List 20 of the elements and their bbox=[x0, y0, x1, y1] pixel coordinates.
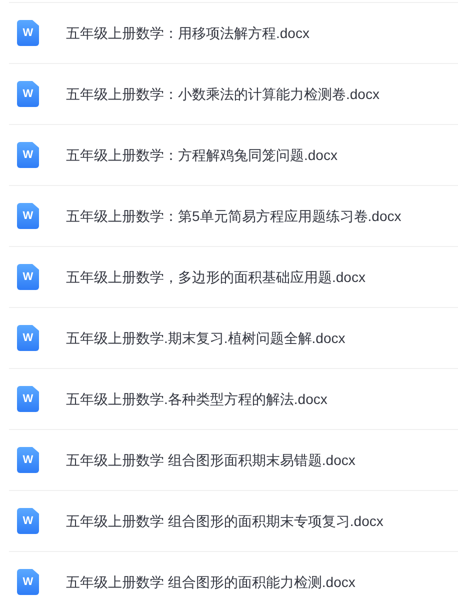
document-icon: W bbox=[17, 386, 39, 412]
document-icon: W bbox=[17, 264, 39, 290]
document-icon: W bbox=[17, 142, 39, 168]
document-icon: W bbox=[17, 81, 39, 107]
file-name[interactable]: 五年级上册数学.各种类型方程的解法.docx bbox=[66, 388, 328, 410]
file-name[interactable]: 五年级上册数学：方程解鸡兔同笼问题.docx bbox=[66, 144, 338, 166]
document-icon: W bbox=[17, 325, 39, 351]
file-name[interactable]: 五年级上册数学，多边形的面积基础应用题.docx bbox=[66, 266, 366, 288]
document-icon: W bbox=[17, 569, 39, 595]
file-name[interactable]: 五年级上册数学.期末复习.植树问题全解.docx bbox=[66, 328, 346, 348]
file-name[interactable]: 五年级上册数学 组合图形的面积能力检测.docx bbox=[66, 572, 356, 592]
document-icon: W bbox=[17, 20, 39, 46]
document-icon: W bbox=[17, 447, 39, 473]
file-name[interactable]: 五年级上册数学：小数乘法的计算能力检测卷.docx bbox=[66, 84, 380, 104]
document-icon: W bbox=[17, 508, 39, 534]
file-name[interactable]: 五年级上册数学：用移项法解方程.docx bbox=[66, 22, 310, 44]
document-icon: W bbox=[17, 203, 39, 229]
file-name[interactable]: 五年级上册数学：第5单元简易方程应用题练习卷.docx bbox=[66, 206, 402, 226]
file-name[interactable]: 五年级上册数学 组合图形面积期末易错题.docx bbox=[66, 450, 356, 470]
file-name[interactable]: 五年级上册数学 组合图形的面积期末专项复习.docx bbox=[66, 510, 384, 532]
